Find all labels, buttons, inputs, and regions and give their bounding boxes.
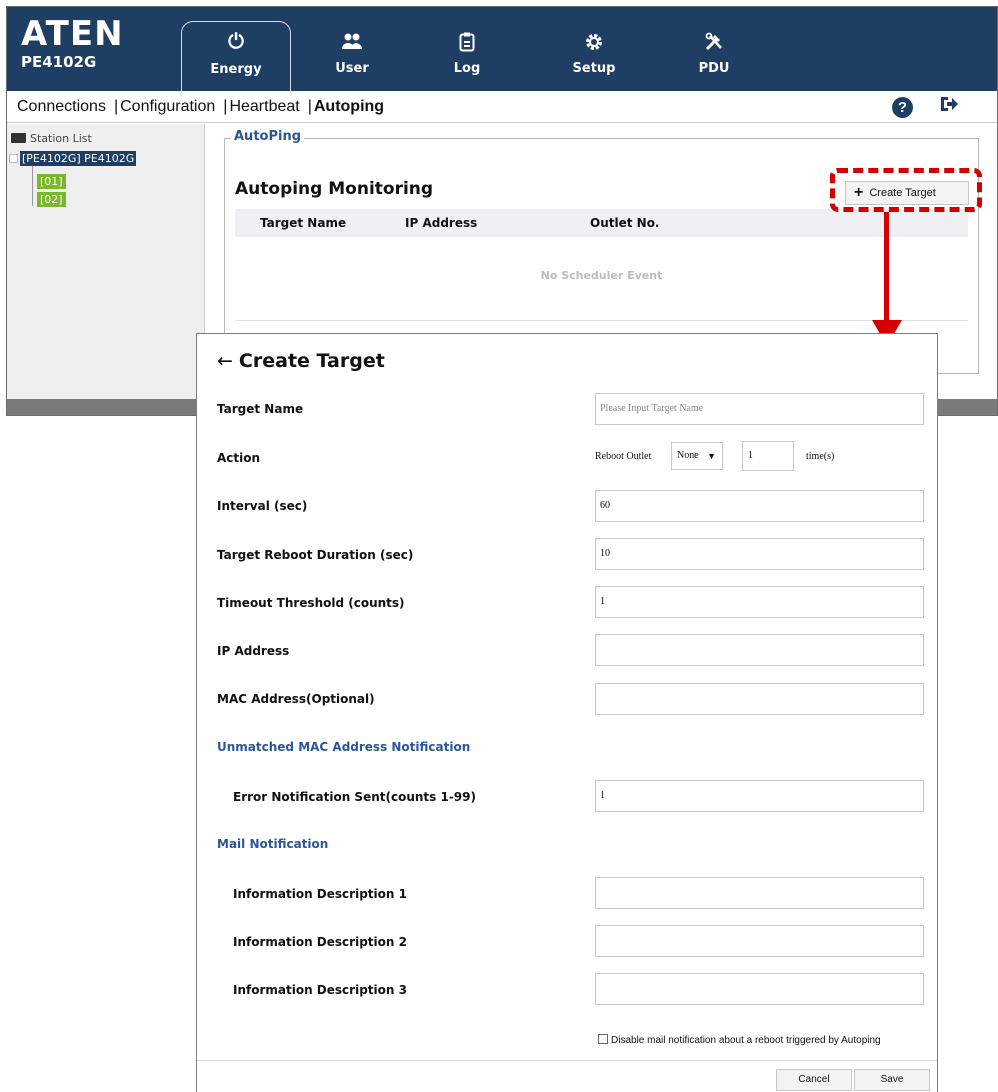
action-label: Action bbox=[217, 451, 261, 465]
station-list-panel: Station List [PE4102G] PE4102G [01] [02] bbox=[7, 124, 205, 399]
save-button[interactable]: Save bbox=[854, 1069, 930, 1091]
disable-mail-checkbox[interactable] bbox=[598, 1034, 608, 1044]
tab-energy[interactable]: ⏻ Energy bbox=[181, 21, 291, 91]
error-notification-label: Error Notification Sent(counts 1-99) bbox=[233, 790, 476, 804]
ip-address-label: IP Address bbox=[217, 644, 290, 658]
back-arrow-icon[interactable]: ← bbox=[217, 350, 233, 372]
mac-address-input[interactable] bbox=[595, 683, 924, 715]
reboot-duration-input[interactable]: 10 bbox=[595, 538, 924, 570]
link-configuration[interactable]: Configuration bbox=[120, 98, 215, 115]
tab-user[interactable]: User bbox=[297, 21, 407, 91]
info-description-1-input[interactable] bbox=[595, 877, 924, 909]
info-description-1-label: Information Description 1 bbox=[233, 887, 407, 901]
unmatched-mac-section-title: Unmatched MAC Address Notification bbox=[217, 740, 471, 754]
highlight-box bbox=[830, 168, 982, 212]
link-heartbeat[interactable]: Heartbeat bbox=[229, 98, 299, 115]
disable-mail-option[interactable]: Disable mail notification about a reboot… bbox=[598, 1034, 881, 1046]
sub-navigation: Connections | Configuration | Heartbeat | Auto… bbox=[7, 91, 997, 123]
outlet-node-02[interactable]: [02] bbox=[37, 192, 66, 207]
station-list-title: Station List bbox=[11, 132, 92, 145]
timeout-input[interactable]: 1 bbox=[595, 586, 924, 618]
target-name-label: Target Name bbox=[217, 402, 304, 416]
column-outlet-no: Outlet No. bbox=[590, 216, 660, 230]
tab-pdu[interactable]: PDU bbox=[659, 21, 769, 91]
autoping-monitoring-title: Autoping Monitoring bbox=[235, 179, 434, 199]
top-header: ATEN PE4102G ⏻ Energy User Log Setup PDU bbox=[7, 7, 997, 91]
power-icon: ⏻ bbox=[228, 29, 244, 53]
info-description-2-label: Information Description 2 bbox=[233, 935, 407, 949]
create-target-dialog: ← Create Target Target Name Please Input … bbox=[196, 333, 938, 1092]
table-divider bbox=[235, 320, 968, 321]
logout-icon[interactable] bbox=[939, 94, 959, 120]
users-icon bbox=[297, 25, 407, 55]
interval-label: Interval (sec) bbox=[217, 499, 308, 513]
mail-notification-section-title: Mail Notification bbox=[217, 837, 329, 851]
reboot-outlet-label: Reboot Outlet bbox=[595, 451, 652, 462]
ip-address-input[interactable] bbox=[595, 634, 924, 666]
cancel-button[interactable]: Cancel bbox=[776, 1069, 852, 1091]
mac-address-label: MAC Address(Optional) bbox=[217, 692, 375, 706]
tree-line bbox=[32, 166, 33, 206]
dialog-title: ← Create Target bbox=[217, 350, 385, 372]
tab-setup[interactable]: Setup bbox=[539, 21, 649, 91]
column-target-name: Target Name bbox=[260, 216, 347, 230]
table-header: Target Name IP Address Outlet No. bbox=[235, 209, 968, 237]
reboot-duration-label: Target Reboot Duration (sec) bbox=[217, 548, 414, 562]
clipboard-icon bbox=[412, 25, 522, 55]
disable-mail-label: Disable mail notification about a reboot… bbox=[611, 1035, 881, 1046]
station-root-node[interactable]: [PE4102G] PE4102G bbox=[9, 151, 137, 166]
info-description-3-label: Information Description 3 bbox=[233, 983, 407, 997]
error-notification-input[interactable]: 1 bbox=[595, 780, 924, 812]
tools-icon bbox=[659, 25, 769, 55]
reboot-times-input[interactable]: 1 bbox=[742, 441, 794, 471]
info-description-2-input[interactable] bbox=[595, 925, 924, 957]
chevron-down-icon: ▼ bbox=[707, 451, 716, 461]
tree-expander-icon[interactable] bbox=[9, 154, 18, 163]
dialog-footer: Cancel Save bbox=[197, 1060, 937, 1092]
gear-icon bbox=[539, 25, 649, 55]
device-model: PE4102G bbox=[21, 53, 97, 71]
folder-icon bbox=[11, 133, 26, 143]
empty-table-message: No Scheduler Event bbox=[540, 269, 663, 282]
info-description-3-input[interactable] bbox=[595, 973, 924, 1005]
annotation-arrow-shaft bbox=[884, 212, 889, 322]
autoping-legend: AutoPing bbox=[231, 129, 305, 144]
column-ip-address: IP Address bbox=[405, 216, 478, 230]
link-autoping[interactable]: Autoping bbox=[314, 98, 384, 115]
outlet-node-01[interactable]: [01] bbox=[37, 174, 66, 189]
timeout-label: Timeout Threshold (counts) bbox=[217, 596, 405, 610]
target-name-input[interactable]: Please Input Target Name bbox=[595, 393, 924, 425]
brand-name: ATEN bbox=[21, 14, 124, 54]
interval-input[interactable]: 60 bbox=[595, 490, 924, 522]
tab-log[interactable]: Log bbox=[412, 21, 522, 91]
times-suffix-label: time(s) bbox=[806, 451, 835, 462]
help-icon[interactable]: ? bbox=[892, 97, 913, 118]
aten-logo: ATEN PE4102G bbox=[21, 17, 124, 71]
link-connections[interactable]: Connections bbox=[17, 98, 106, 115]
outlet-select[interactable]: None ▼ bbox=[671, 442, 723, 470]
